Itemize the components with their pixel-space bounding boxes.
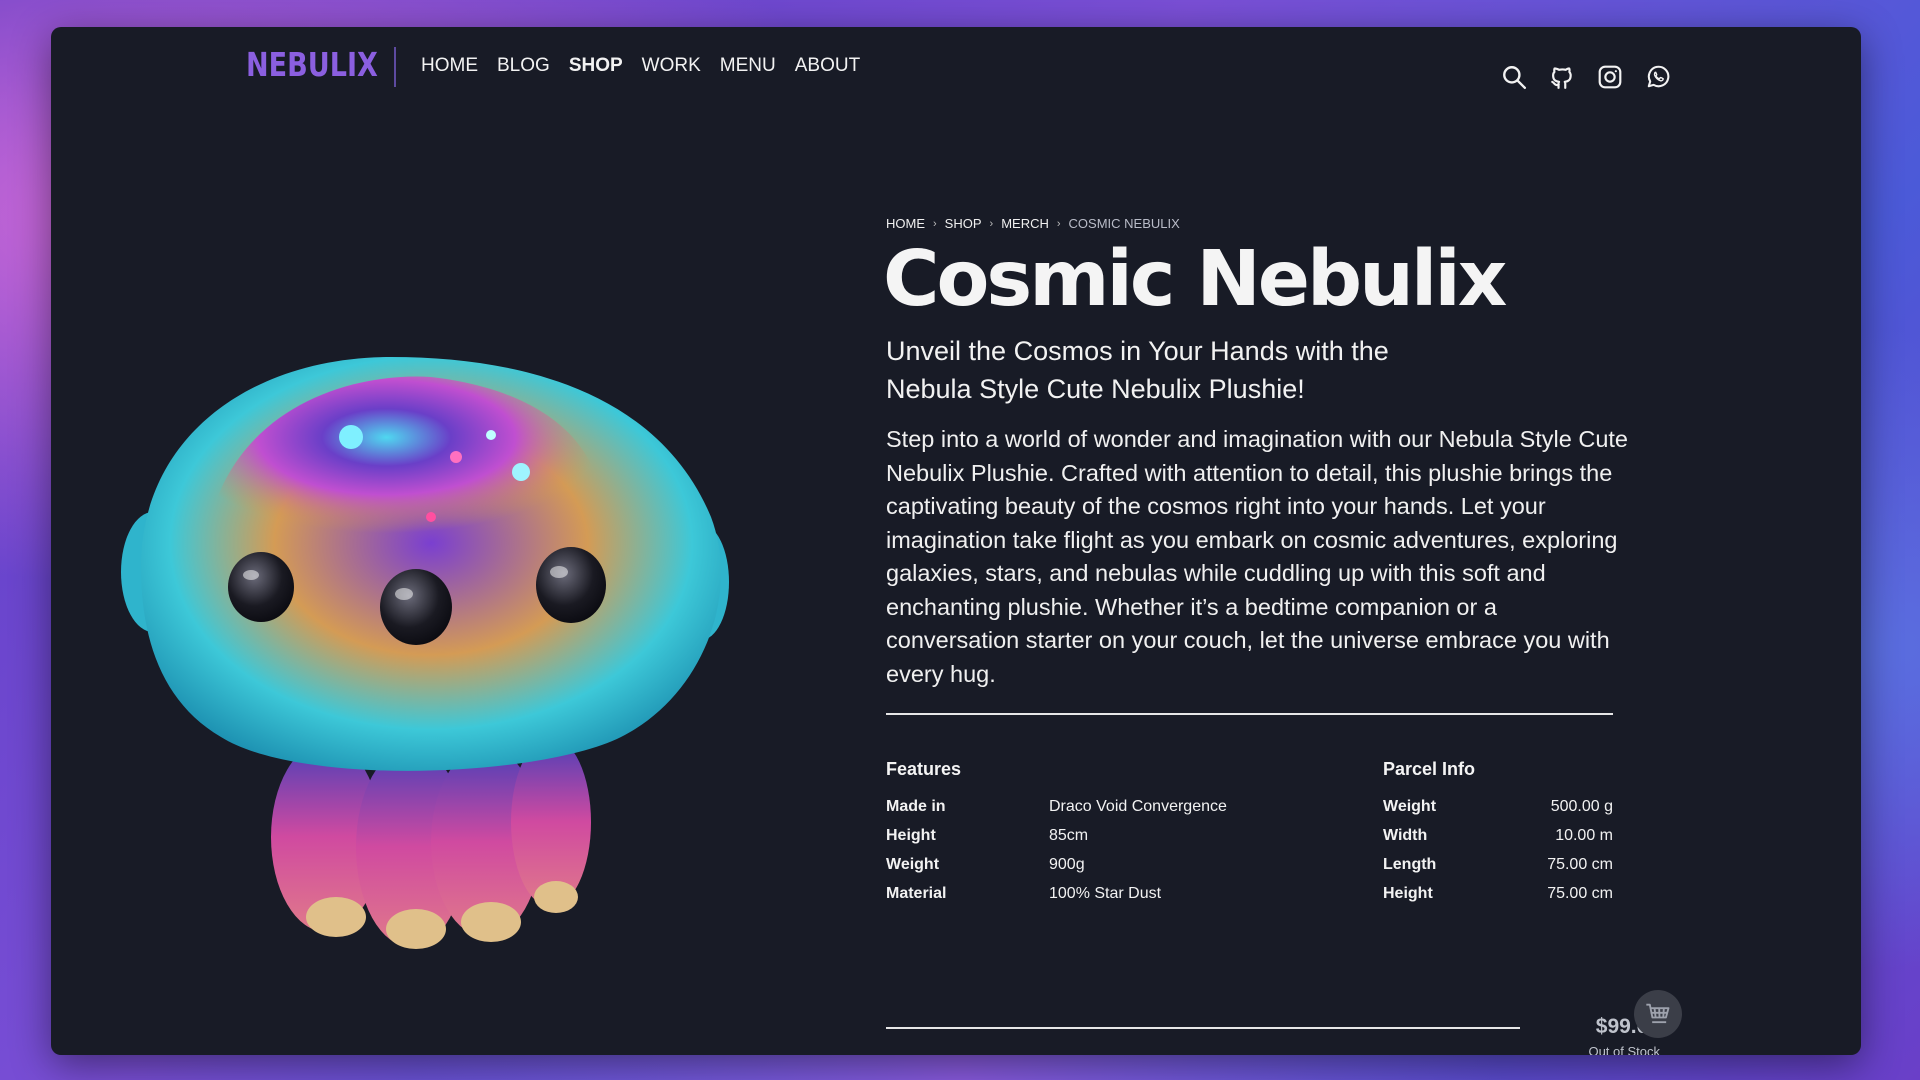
main-menu: HOME BLOG SHOP WORK MENU ABOUT bbox=[421, 55, 860, 77]
feature-key: Height bbox=[886, 826, 936, 844]
whatsapp-icon[interactable] bbox=[1644, 63, 1672, 91]
feature-value: 85cm bbox=[1049, 826, 1089, 844]
feature-value: 100% Star Dust bbox=[1049, 884, 1162, 902]
nav-blog[interactable]: BLOG bbox=[497, 55, 550, 77]
product-title: Cosmic Nebulix bbox=[883, 235, 1507, 324]
feature-value: 900g bbox=[1049, 855, 1085, 873]
parcel-value: 10.00 m bbox=[1555, 826, 1613, 844]
parcel-key: Weight bbox=[1383, 797, 1437, 815]
parcel-list: Weight 500.00 g Width 10.00 m Length 75.… bbox=[1383, 792, 1613, 908]
breadcrumb-separator: › bbox=[1056, 217, 1061, 230]
features-heading: Features bbox=[886, 759, 962, 779]
nav-shop[interactable]: SHOP bbox=[569, 55, 623, 77]
nav-menu[interactable]: MENU bbox=[720, 55, 776, 77]
parcel-row: Width 10.00 m bbox=[1383, 821, 1613, 850]
breadcrumb-current: COSMIC NEBULIX bbox=[1068, 216, 1180, 231]
stock-status: Out of Stock bbox=[1588, 1044, 1660, 1055]
parcel-value: 500.00 g bbox=[1550, 797, 1613, 815]
shop-window: NEBULIX HOME BLOG SHOP WORK MENU ABOUT H… bbox=[51, 27, 1861, 1055]
product-image bbox=[121, 357, 729, 949]
parcel-row: Length 75.00 cm bbox=[1383, 850, 1613, 879]
parcel-key: Height bbox=[1383, 884, 1433, 902]
section-divider bbox=[886, 713, 1613, 715]
breadcrumb-shop[interactable]: SHOP bbox=[945, 216, 982, 231]
feature-key: Weight bbox=[886, 855, 940, 873]
feature-key: Made in bbox=[886, 797, 946, 815]
brand-logo[interactable]: NEBULIX bbox=[246, 45, 378, 84]
breadcrumb-merch[interactable]: MERCH bbox=[1001, 216, 1049, 231]
nav-home[interactable]: HOME bbox=[421, 55, 478, 77]
features-row: Weight 900g bbox=[886, 850, 1227, 879]
product-description: Step into a world of wonder and imaginat… bbox=[886, 426, 1628, 687]
features-row: Height 85cm bbox=[886, 821, 1227, 850]
header-icons bbox=[1500, 63, 1672, 91]
nav-about[interactable]: ABOUT bbox=[795, 55, 860, 77]
parcel-key: Width bbox=[1383, 826, 1428, 844]
parcel-key: Length bbox=[1383, 855, 1437, 873]
parcel-row: Height 75.00 cm bbox=[1383, 879, 1613, 908]
parcel-value: 75.00 cm bbox=[1547, 884, 1613, 902]
price-divider bbox=[886, 1027, 1520, 1029]
parcel-row: Weight 500.00 g bbox=[1383, 792, 1613, 821]
search-icon[interactable] bbox=[1500, 63, 1528, 91]
breadcrumb-home[interactable]: HOME bbox=[886, 216, 925, 231]
breadcrumb-separator: › bbox=[989, 217, 994, 230]
github-icon[interactable] bbox=[1548, 63, 1576, 91]
breadcrumb-separator: › bbox=[933, 217, 937, 230]
features-row: Material 100% Star Dust bbox=[886, 879, 1227, 908]
features-list: Made in Draco Void Convergence Height 85… bbox=[886, 792, 1227, 908]
features-row: Made in Draco Void Convergence bbox=[886, 792, 1227, 821]
product-subtitle: Unveil the Cosmos in Your Hands with the… bbox=[886, 336, 1389, 404]
cart-icon bbox=[1646, 1003, 1670, 1024]
parcel-value: 75.00 cm bbox=[1547, 855, 1613, 873]
nav-work[interactable]: WORK bbox=[642, 55, 701, 77]
add-to-cart-button[interactable] bbox=[1634, 990, 1682, 1038]
breadcrumb: HOME › SHOP › MERCH › COSMIC NEBULIX bbox=[886, 216, 1180, 231]
instagram-icon[interactable] bbox=[1596, 63, 1624, 91]
parcel-heading: Parcel Info bbox=[1383, 759, 1476, 779]
feature-value: Draco Void Convergence bbox=[1049, 797, 1227, 815]
logo-divider bbox=[394, 47, 396, 87]
feature-key: Material bbox=[886, 884, 947, 902]
top-navigation: NEBULIX HOME BLOG SHOP WORK MENU ABOUT bbox=[51, 27, 1861, 107]
